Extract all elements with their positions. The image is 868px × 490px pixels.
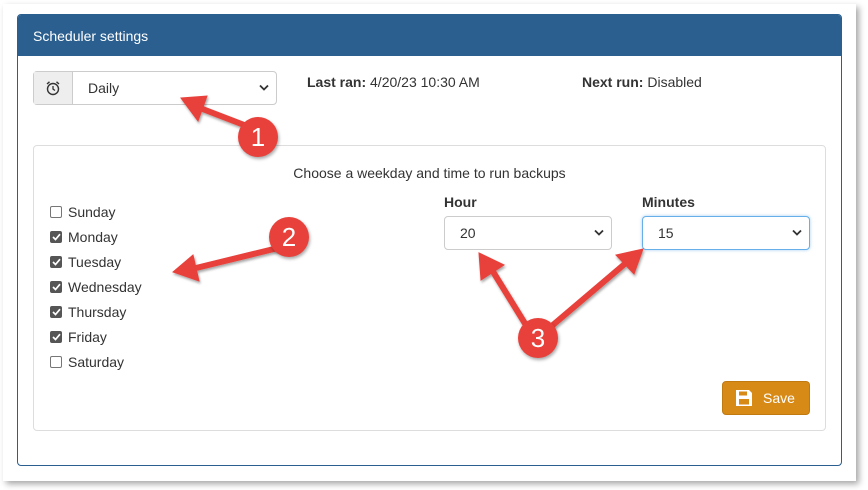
checkbox[interactable] — [50, 231, 62, 243]
last-ran-label: Last ran: — [307, 74, 367, 90]
last-ran-value: 4/20/23 10:30 AM — [370, 74, 480, 90]
panel-header: Scheduler settings — [18, 15, 841, 56]
hour-label: Hour — [444, 194, 477, 210]
last-ran-status: Last ran: 4/20/23 10:30 AM — [307, 74, 480, 90]
schedule-title: Choose a weekday and time to run backups — [293, 165, 566, 181]
checkmark-icon — [51, 333, 61, 341]
day-checkbox-thursday[interactable]: Thursday — [50, 304, 126, 320]
day-checkbox-saturday[interactable]: Saturday — [50, 354, 124, 370]
frequency-select[interactable]: Daily — [73, 72, 276, 104]
panel-title: Scheduler settings — [33, 27, 149, 44]
checkbox[interactable] — [50, 306, 62, 318]
day-label: Saturday — [68, 354, 125, 370]
next-run-status: Next run: Disabled — [582, 74, 702, 90]
day-checkbox-friday[interactable]: Friday — [50, 329, 107, 345]
day-checkbox-wednesday[interactable]: Wednesday — [50, 279, 142, 295]
hour-select-value: 20 — [460, 225, 476, 241]
annotation-badge-1: 1 — [238, 117, 278, 157]
checkbox[interactable] — [50, 256, 62, 268]
day-checkbox-monday[interactable]: Monday — [50, 229, 118, 245]
chevron-down-icon — [594, 229, 604, 236]
minutes-label: Minutes — [642, 194, 695, 210]
hour-select[interactable]: 20 — [444, 216, 612, 250]
day-label: Tuesday — [68, 254, 122, 270]
minutes-select[interactable]: 15 — [642, 216, 810, 250]
day-label: Thursday — [68, 304, 127, 320]
checkmark-icon — [51, 258, 61, 266]
day-label: Monday — [68, 229, 118, 245]
next-run-value: Disabled — [647, 74, 702, 90]
checkbox[interactable] — [50, 281, 62, 293]
day-checkbox-sunday[interactable]: Sunday — [50, 204, 115, 220]
save-button[interactable]: Save — [722, 381, 810, 415]
floppy-disk-icon — [736, 390, 752, 406]
checkmark-icon — [51, 308, 61, 316]
annotation-badge-2: 2 — [269, 217, 309, 257]
save-label: Save — [763, 390, 795, 406]
minutes-select-value: 15 — [658, 225, 674, 241]
checkbox[interactable] — [50, 356, 62, 368]
day-label: Wednesday — [68, 279, 142, 295]
frequency-select-group: Daily — [33, 71, 277, 105]
alarm-clock-icon — [34, 72, 73, 104]
checkbox[interactable] — [50, 206, 62, 218]
checkbox[interactable] — [50, 331, 62, 343]
day-label: Sunday — [68, 204, 116, 220]
checkmark-icon — [51, 233, 61, 241]
schedule-box: Choose a weekday and time to run backups… — [33, 145, 826, 431]
next-run-label: Next run: — [582, 74, 644, 90]
day-checkbox-tuesday[interactable]: Tuesday — [50, 254, 121, 270]
day-label: Friday — [68, 329, 107, 345]
checkmark-icon — [51, 283, 61, 291]
annotation-badge-3: 3 — [518, 318, 558, 358]
frequency-select-value: Daily — [88, 80, 120, 96]
chevron-down-icon — [792, 229, 802, 236]
scheduler-settings-panel: Scheduler settings Daily Last ran: 4/20/… — [17, 14, 842, 466]
chevron-down-icon — [259, 84, 269, 91]
